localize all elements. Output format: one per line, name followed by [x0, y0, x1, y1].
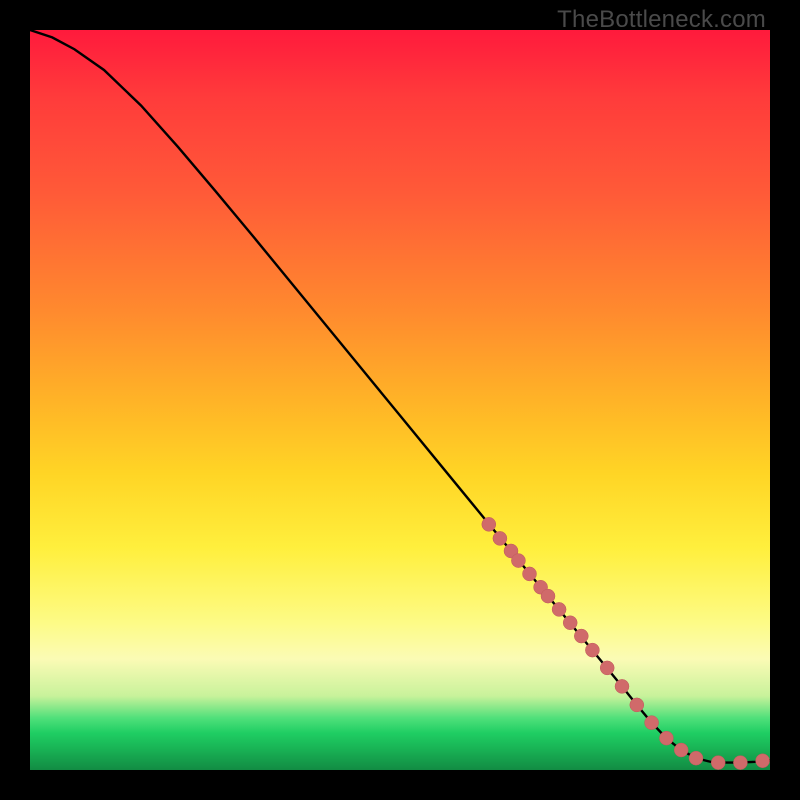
chart-stage: TheBottleneck.com — [0, 0, 800, 800]
chart-overlay — [30, 30, 770, 770]
highlight-point — [574, 629, 588, 643]
highlight-point — [615, 679, 629, 693]
highlight-point — [674, 743, 688, 757]
highlight-point — [493, 531, 507, 545]
bottleneck-curve — [30, 30, 770, 763]
highlight-point — [711, 756, 725, 770]
highlight-point — [689, 751, 703, 765]
highlight-point — [585, 643, 599, 657]
highlight-point — [659, 731, 673, 745]
highlight-point — [630, 698, 644, 712]
highlight-point — [541, 589, 555, 603]
highlight-point — [563, 616, 577, 630]
highlight-point — [756, 754, 770, 768]
highlight-point — [552, 602, 566, 616]
highlight-point — [523, 567, 537, 581]
highlight-point — [511, 554, 525, 568]
highlight-point — [645, 716, 659, 730]
highlight-point — [733, 756, 747, 770]
highlight-point — [600, 661, 614, 675]
highlight-point — [482, 517, 496, 531]
highlighted-points-group — [482, 517, 770, 769]
